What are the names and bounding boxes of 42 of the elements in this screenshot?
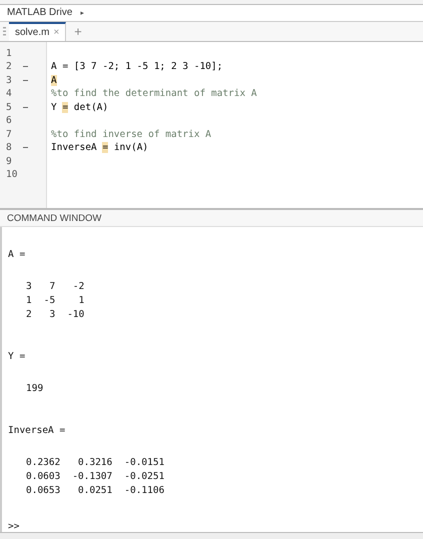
matrix-value: 0.2362 xyxy=(26,457,60,468)
code-line: A = [3 7 -2; 1 -5 1; 2 3 -10]; xyxy=(51,61,223,72)
line-number: 7 xyxy=(6,128,13,140)
panel-title: COMMAND WINDOW xyxy=(0,210,423,228)
variable-name: A = xyxy=(8,249,26,260)
matrix-value: 0.0603 xyxy=(26,471,60,482)
command-prompt[interactable]: >> xyxy=(8,521,423,532)
line-number: 6 xyxy=(6,115,13,126)
matrix-value: 2 xyxy=(26,309,32,320)
line-number: 5 xyxy=(6,102,13,113)
tab-label[interactable]: solve.m xyxy=(15,26,50,38)
line-number: 8 xyxy=(6,142,13,154)
variable-name: Y = xyxy=(8,351,26,362)
line-number: 2 xyxy=(6,61,13,72)
line-number: 9 xyxy=(6,156,13,167)
matrix-value: 0.0251 xyxy=(78,485,112,496)
variable-name: InverseA = xyxy=(8,425,66,436)
folder-link[interactable]: MATLAB Drive xyxy=(7,7,72,18)
line-number: 4 xyxy=(6,88,13,100)
code-line: InverseA = inv(A) xyxy=(51,142,148,154)
matrix-value: -5 xyxy=(44,295,56,306)
code-comment: %to find inverse of matrix A xyxy=(51,128,212,140)
matrix-value: 1 xyxy=(78,295,84,306)
matrix-value: -0.1307 xyxy=(72,471,112,482)
matrix-value: 0.3216 xyxy=(78,457,112,468)
matrix-value: 7 xyxy=(49,281,56,292)
file-tab[interactable]: solve.m × xyxy=(9,22,66,40)
code-comment: %to find the determinant of matrix A xyxy=(51,88,257,100)
matrix-value: -2 xyxy=(72,281,84,292)
matrix-value: 3 xyxy=(26,281,32,292)
line-number: 10 xyxy=(6,169,18,180)
matrix-value: 199 xyxy=(26,383,44,394)
line-number: 3 xyxy=(6,74,13,86)
matrix-value: -0.0151 xyxy=(124,457,164,468)
line-number: 1 xyxy=(6,48,13,59)
code-line: Y = det(A) xyxy=(51,102,108,113)
matrix-value: -0.1106 xyxy=(124,485,164,496)
matrix-value: -10 xyxy=(67,309,84,320)
matrix-value: 1 xyxy=(26,295,32,306)
matrix-value: 3 xyxy=(49,309,56,320)
matrix-value: -0.0251 xyxy=(124,471,164,482)
matrix-value: 0.0653 xyxy=(26,485,60,496)
